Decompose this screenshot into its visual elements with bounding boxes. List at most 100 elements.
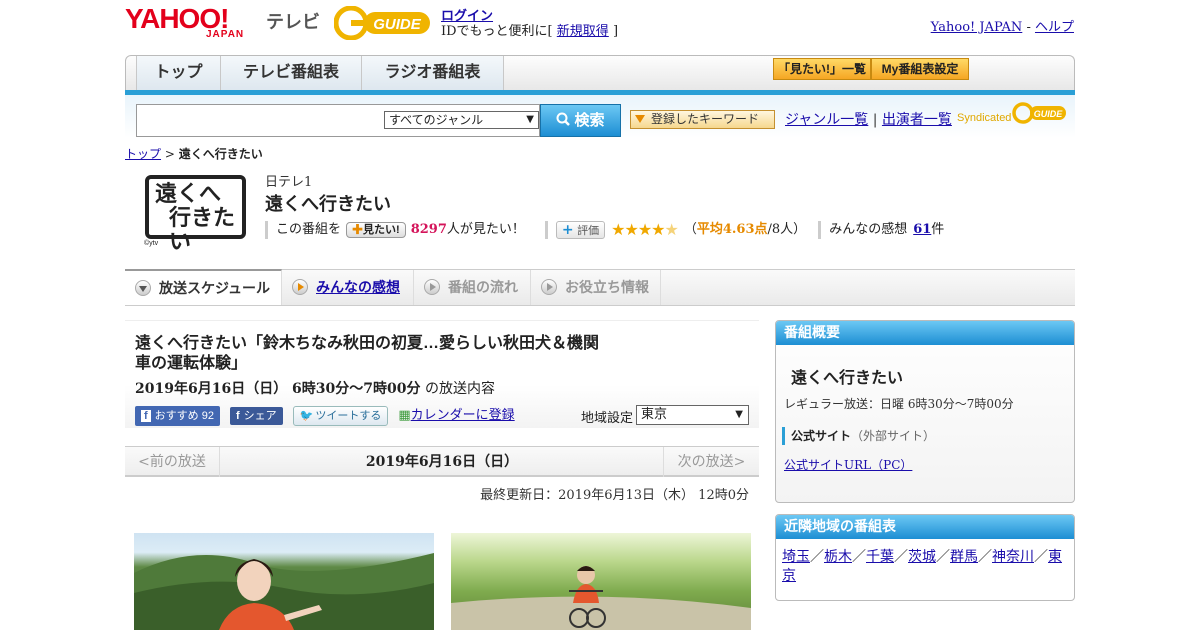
- calendar-link[interactable]: カレンダーに登録: [411, 408, 515, 423]
- help-link[interactable]: ヘルプ: [1035, 20, 1074, 35]
- genre-select-value: すべてのジャンル: [389, 113, 484, 127]
- header-links: Yahoo! JAPAN - ヘルプ: [931, 16, 1074, 35]
- reviews-count-link[interactable]: 61: [913, 220, 931, 240]
- tab-program-flow[interactable]: 番組の流れ: [414, 270, 531, 305]
- region-select[interactable]: 東京 ▼: [636, 405, 749, 425]
- last-updated: 最終更新日：2019年6月13日（木） 12時0分: [480, 488, 749, 503]
- program-logo: 遠くへ 行きたい: [145, 175, 246, 254]
- episode-datetime: 2019年6月16日（日） 6時30分～7時00分 の放送内容: [135, 378, 495, 398]
- tab-broadcast-schedule[interactable]: 放送スケジュール: [125, 269, 282, 305]
- regular-broadcast: レギュラー放送：日曜 6時30分～7時00分: [784, 397, 1014, 411]
- official-site-url-link[interactable]: 公式サイトURL（PC）: [784, 456, 912, 473]
- logo-credit: ©ytv: [144, 240, 159, 247]
- broadcast-pager: <前の放送 2019年6月16日（日） 次の放送>: [125, 446, 759, 477]
- mitai-list-button[interactable]: 「見たい!」一覧: [773, 58, 871, 80]
- genre-select[interactable]: すべてのジャンル ▼: [384, 111, 539, 129]
- facebook-share-button[interactable]: f シェア: [229, 407, 283, 425]
- next-broadcast-link[interactable]: 次の放送>: [663, 447, 759, 477]
- region-separator: ／: [1034, 549, 1048, 565]
- breadcrumb-separator: >: [164, 147, 175, 161]
- circle-arrow-icon: [135, 280, 151, 296]
- divider-bar: [818, 221, 822, 239]
- region-link-saitama[interactable]: 埼玉: [782, 549, 810, 565]
- tab-useful-info[interactable]: お役立ち情報: [531, 270, 661, 305]
- gguide-logo[interactable]: GUIDE: [333, 5, 434, 41]
- search-button-label: 検索: [574, 112, 605, 129]
- average-score: 平均4.63点: [696, 222, 768, 237]
- region-separator: ／: [978, 549, 992, 565]
- calendar-icon: ▦: [398, 408, 411, 423]
- rating-button[interactable]: + 評価: [555, 221, 606, 239]
- tweet-button[interactable]: 🐦 ツイートする: [292, 406, 389, 426]
- plus-icon: +: [561, 222, 574, 238]
- fb-recommend-label: おすすめ: [154, 410, 199, 422]
- mitai-button-label: 見たい!: [363, 224, 400, 236]
- tweet-label: ツイートする: [315, 410, 382, 422]
- region-label: 地域設定: [581, 411, 634, 426]
- search-button[interactable]: 検索: [540, 104, 621, 137]
- divider-bar: [544, 221, 548, 239]
- mitai-count: 8297: [410, 222, 447, 237]
- rating-button-label: 評価: [577, 224, 600, 237]
- reviews-label: みんなの感想: [829, 222, 908, 237]
- external-site-note: （外部サイト）: [851, 429, 936, 443]
- my-schedule-button[interactable]: My番組表設定: [871, 58, 969, 80]
- reviews-suffix: 件: [931, 222, 945, 237]
- region-separator: ／: [810, 549, 824, 565]
- fb-recommend-count: 92: [201, 410, 214, 422]
- current-broadcast-date: 2019年6月16日（日）: [365, 454, 519, 470]
- prev-broadcast-link[interactable]: <前の放送: [125, 447, 220, 477]
- signup-link[interactable]: 新規取得: [557, 24, 609, 39]
- genre-list-link[interactable]: ジャンル一覧: [785, 112, 868, 128]
- social-buttons: f おすすめ 92 f シェア 🐦 ツイートする ▦カレンダーに登録: [135, 406, 515, 426]
- search-links: ジャンル一覧 | 出演者一覧: [785, 109, 952, 129]
- breadcrumb-top-link[interactable]: トップ: [125, 147, 161, 161]
- nav-tab-top[interactable]: トップ: [136, 56, 221, 93]
- program-overview-panel: 番組概要 遠くへ行きたい レギュラー放送：日曜 6時30分～7時00分 公式サイ…: [775, 320, 1075, 503]
- plus-icon: ✚: [352, 224, 364, 236]
- program-subtabs: 放送スケジュール みんなの感想 番組の流れ お役立ち情報: [125, 269, 1075, 306]
- program-title: 遠くへ行きたい: [265, 194, 391, 214]
- mitai-button[interactable]: ✚見たい!: [346, 222, 406, 238]
- divider-bar: [265, 221, 268, 239]
- syndicated-label: Syndicated: [957, 112, 1012, 124]
- region-link-chiba[interactable]: 千葉: [866, 549, 894, 565]
- calendar-register[interactable]: ▦カレンダーに登録: [398, 406, 514, 426]
- circle-arrow-icon: [424, 279, 440, 295]
- registered-keyword-label: 登録したキーワード: [651, 112, 760, 126]
- facebook-icon: f: [141, 410, 151, 422]
- svg-text:GUIDE: GUIDE: [1034, 109, 1064, 119]
- yahoo-japan-link[interactable]: Yahoo! JAPAN: [931, 20, 1023, 35]
- triangle-down-icon: [635, 115, 645, 123]
- tv-logo-text[interactable]: テレビ: [266, 8, 320, 34]
- twitter-bird-icon: 🐦: [299, 410, 314, 422]
- this-program-label: この番組を: [276, 222, 342, 237]
- tab-label: 放送スケジュール: [159, 280, 271, 296]
- region-link-tochigi[interactable]: 栃木: [824, 549, 852, 565]
- nav-tab-radio-schedule[interactable]: ラジオ番組表: [361, 56, 504, 93]
- average-suffix: /8人）: [767, 222, 807, 237]
- performer-list-link[interactable]: 出演者一覧: [882, 112, 952, 128]
- tab-reviews[interactable]: みんなの感想: [282, 270, 414, 305]
- episode-date-suffix: の放送内容: [424, 381, 495, 397]
- gguide-small-logo: GUIDE: [1012, 102, 1068, 124]
- program-meta-row: この番組を ✚見たい! 8297 人が見たい！ + 評価 ★★★★★ （ 平均4…: [265, 220, 944, 240]
- facebook-recommend-button[interactable]: f おすすめ 92: [135, 406, 220, 426]
- chevron-down-icon: ▼: [735, 409, 743, 420]
- main-nav: トップ テレビ番組表 ラジオ番組表 「見たい!」一覧 My番組表設定: [125, 55, 1075, 93]
- region-select-value: 東京: [641, 407, 668, 422]
- chevron-down-icon: ▼: [526, 114, 534, 125]
- yahoo-japan-text: JAPAN: [206, 29, 245, 40]
- registered-keyword-button[interactable]: 登録したキーワード: [630, 110, 775, 129]
- official-site-label: 公式サイト: [791, 429, 852, 443]
- program-logo-line1: 遠くへ: [155, 181, 222, 206]
- nav-tab-tv-schedule[interactable]: テレビ番組表: [220, 56, 362, 93]
- region-link-gunma[interactable]: 群馬: [950, 549, 978, 565]
- channel-name: 日テレ1: [265, 175, 313, 190]
- episode-photo-2: [451, 533, 751, 630]
- region-link-kanagawa[interactable]: 神奈川: [992, 549, 1034, 565]
- region-link-ibaraki[interactable]: 茨城: [908, 549, 936, 565]
- header-link-separator: -: [1026, 20, 1031, 35]
- breadcrumb: トップ > 遠くへ行きたい: [125, 145, 263, 162]
- episode-photo-1: [134, 533, 434, 630]
